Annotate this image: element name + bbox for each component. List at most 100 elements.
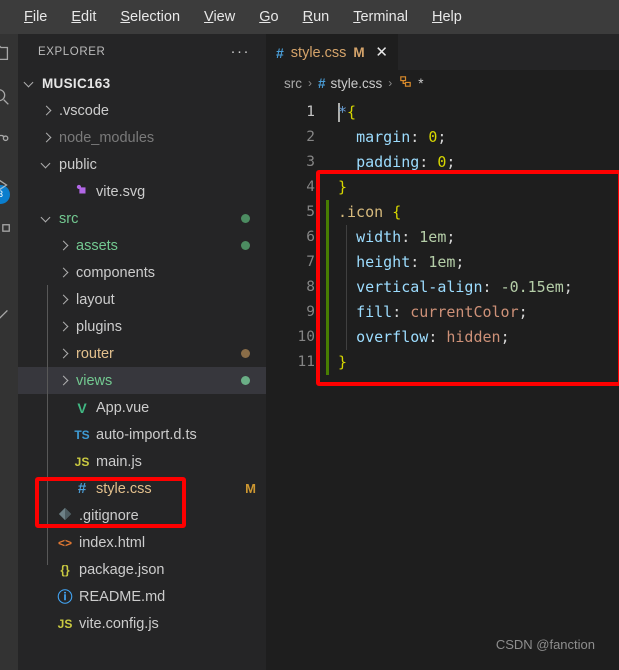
editor-tab-bar: # style.css M ✕ bbox=[266, 34, 619, 70]
chevron-right-icon[interactable] bbox=[56, 292, 72, 308]
menu-item-selection[interactable]: Selection bbox=[108, 0, 192, 34]
tree-item-main-js[interactable]: JS main.js bbox=[18, 448, 266, 475]
chevron-down-icon[interactable] bbox=[39, 211, 55, 227]
tree-item-node-modules[interactable]: node_modules bbox=[18, 124, 266, 151]
code-line[interactable]: 3 padding: 0; bbox=[266, 150, 619, 175]
code-line[interactable]: 1 *{ bbox=[266, 100, 619, 125]
close-icon[interactable]: ✕ bbox=[374, 45, 390, 60]
tree-item--vscode[interactable]: .vscode bbox=[18, 97, 266, 124]
tree-item-label: router bbox=[76, 345, 114, 362]
chevron-down-icon[interactable] bbox=[39, 157, 55, 173]
breadcrumb[interactable]: src › # style.css › * bbox=[266, 70, 619, 96]
tree-item-label: README.md bbox=[79, 588, 166, 605]
css-selector-icon bbox=[398, 74, 413, 92]
css-file-icon: # bbox=[318, 75, 326, 91]
search-activity-icon[interactable] bbox=[0, 86, 12, 108]
tree-item-layout[interactable]: layout bbox=[18, 286, 266, 313]
code-line[interactable]: 11} bbox=[266, 350, 619, 375]
code-line[interactable]: 10 overflow: hidden; bbox=[266, 325, 619, 350]
menu-item-go[interactable]: Go bbox=[247, 0, 290, 34]
tab-label: style.css bbox=[290, 44, 347, 61]
git-status-dot bbox=[241, 241, 250, 250]
tree-item-label: style.css bbox=[96, 480, 152, 497]
menu-item-terminal[interactable]: Terminal bbox=[341, 0, 420, 34]
svg-file-icon bbox=[72, 183, 92, 200]
explorer-title: EXPLORER bbox=[38, 45, 106, 58]
chevron-right-icon[interactable] bbox=[56, 319, 72, 335]
breadcrumb-symbol[interactable]: * bbox=[418, 76, 423, 91]
activity-bar[interactable]: 3 bbox=[0, 34, 18, 670]
tree-item-vite-svg[interactable]: vite.svg bbox=[18, 178, 266, 205]
extensions-activity-icon[interactable] bbox=[0, 222, 12, 244]
menu-item-edit[interactable]: Edit bbox=[59, 0, 108, 34]
tree-item-readme-md[interactable]: ⓘ README.md bbox=[18, 583, 266, 610]
code-editor[interactable]: 1 *{2 margin: 0; 3 padding: 0; 4} 5 .icon {6 … bbox=[266, 100, 619, 375]
code-line[interactable]: 2 margin: 0; bbox=[266, 125, 619, 150]
chevron-right-icon[interactable] bbox=[56, 346, 72, 362]
chevron-right-icon[interactable] bbox=[56, 265, 72, 281]
code-line[interactable]: 4} bbox=[266, 175, 619, 200]
code-text: fill: currentColor; bbox=[356, 303, 528, 321]
menu-item-file[interactable]: File bbox=[12, 0, 59, 34]
source-control-activity-icon[interactable] bbox=[0, 130, 12, 152]
code-line[interactable]: 8 vertical-align: -0.15em; bbox=[266, 275, 619, 300]
menu-item-view[interactable]: View bbox=[192, 0, 247, 34]
code-text: .icon { bbox=[338, 203, 402, 221]
code-text: overflow: hidden; bbox=[356, 328, 510, 346]
run-debug-activity-icon[interactable] bbox=[0, 174, 12, 196]
tree-item-app-vue[interactable]: V App.vue bbox=[18, 394, 266, 421]
tree-item-components[interactable]: components bbox=[18, 259, 266, 286]
tree-item-src[interactable]: src bbox=[18, 205, 266, 232]
menu-item-help[interactable]: Help bbox=[420, 0, 474, 34]
explorer-more-actions-icon[interactable]: ··· bbox=[231, 44, 251, 59]
menu-bar: File Edit Selection View Go Run Terminal Help bbox=[0, 0, 619, 34]
chevron-right-icon[interactable] bbox=[56, 238, 72, 254]
no-twisty bbox=[56, 400, 72, 416]
breadcrumb-folder[interactable]: src bbox=[284, 76, 302, 91]
javascript-file-icon: JS bbox=[57, 616, 73, 631]
git-file-icon bbox=[55, 507, 75, 524]
javascript-file-icon: JS bbox=[74, 454, 90, 469]
git-status-dot bbox=[241, 376, 250, 385]
line-number: 8 bbox=[306, 279, 315, 295]
tree-item-router[interactable]: router bbox=[18, 340, 266, 367]
tree-item-public[interactable]: public bbox=[18, 151, 266, 178]
chevron-right-icon[interactable] bbox=[39, 103, 55, 119]
tree-item-style-css[interactable]: # style.css M bbox=[18, 475, 266, 502]
tree-item--gitignore[interactable]: .gitignore bbox=[18, 502, 266, 529]
explorer-activity-icon[interactable] bbox=[0, 42, 12, 64]
no-twisty bbox=[56, 427, 72, 443]
tree-item-label: .vscode bbox=[59, 102, 109, 119]
code-line[interactable]: 7 height: 1em; bbox=[266, 250, 619, 275]
tree-item-vite-config-js[interactable]: JS vite.config.js bbox=[18, 610, 266, 637]
tree-item-views[interactable]: views bbox=[18, 367, 266, 394]
code-line[interactable]: 6 width: 1em; bbox=[266, 225, 619, 250]
testing-activity-icon[interactable] bbox=[0, 304, 12, 326]
line-number: 10 bbox=[297, 329, 315, 345]
explorer-header: EXPLORER ··· bbox=[18, 34, 266, 69]
tree-item-assets[interactable]: assets bbox=[18, 232, 266, 259]
code-text: } bbox=[338, 353, 348, 371]
code-line[interactable]: 5 .icon { bbox=[266, 200, 619, 225]
code-line[interactable]: 9 fill: currentColor; bbox=[266, 300, 619, 325]
chevron-right-icon[interactable] bbox=[39, 130, 55, 146]
tree-item-index-html[interactable]: <> index.html bbox=[18, 529, 266, 556]
css-file-icon: # bbox=[77, 480, 87, 497]
tree-root-music163[interactable]: MUSIC163 bbox=[18, 70, 266, 97]
chevron-right-icon[interactable] bbox=[56, 373, 72, 389]
menu-item-run[interactable]: Run bbox=[291, 0, 342, 34]
css-file-icon: # bbox=[276, 44, 284, 61]
tree-item-plugins[interactable]: plugins bbox=[18, 313, 266, 340]
editor-area: # style.css M ✕ src › # style.css › * 1 *… bbox=[266, 34, 619, 670]
tree-item-label: App.vue bbox=[96, 399, 150, 416]
no-twisty bbox=[56, 454, 72, 470]
tree-item-auto-import-d-ts[interactable]: TS auto-import.d.ts bbox=[18, 421, 266, 448]
chevron-right-icon: › bbox=[388, 76, 393, 90]
breadcrumb-file[interactable]: style.css bbox=[331, 76, 383, 91]
git-status-dot bbox=[241, 214, 250, 223]
tree-item-package-json[interactable]: {} package.json bbox=[18, 556, 266, 583]
file-tree[interactable]: MUSIC163 .vscode node_modules public vite.sv… bbox=[18, 69, 266, 637]
tab-style-css[interactable]: # style.css M ✕ bbox=[266, 34, 398, 70]
tree-item-label: layout bbox=[76, 291, 115, 308]
chevron-down-icon[interactable] bbox=[22, 76, 38, 92]
